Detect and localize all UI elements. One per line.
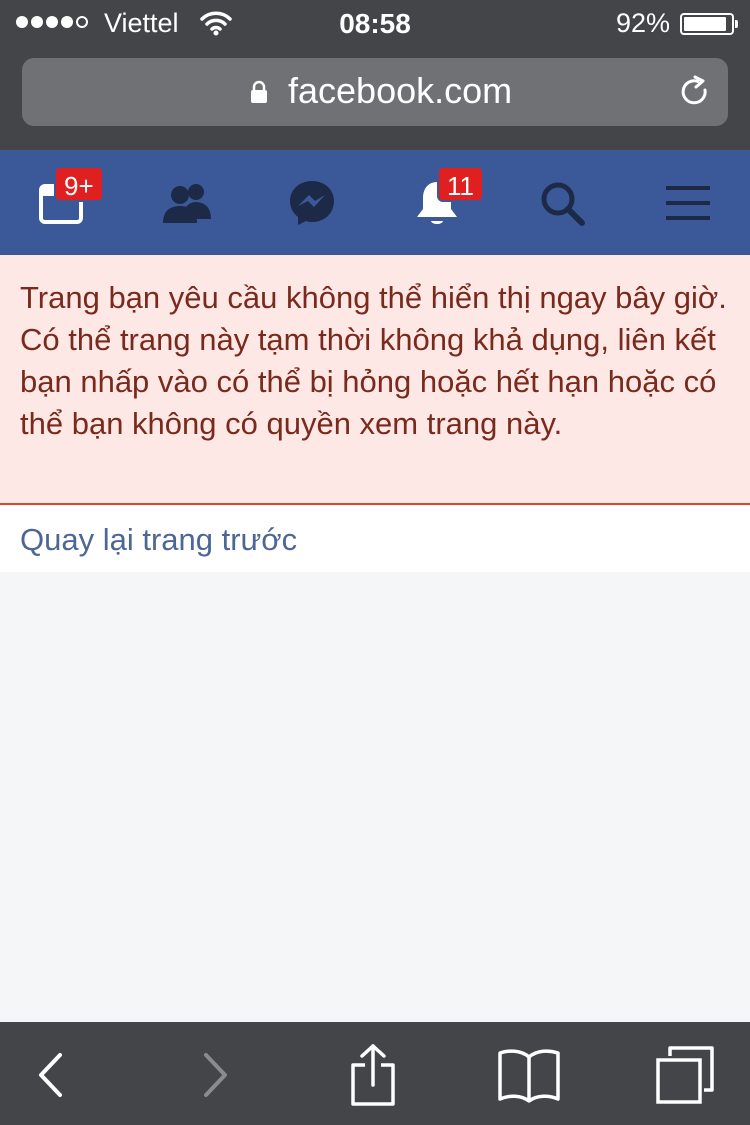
- status-bar: Viettel 08:58 92%: [0, 0, 750, 48]
- nav-notifications[interactable]: 11: [387, 150, 487, 255]
- battery-icon: [680, 13, 738, 35]
- share-button[interactable]: [338, 1040, 408, 1110]
- nav-messenger[interactable]: [262, 150, 362, 255]
- tabs-button[interactable]: [650, 1040, 720, 1110]
- error-message: Trang bạn yêu cầu không thể hiển thị nga…: [20, 280, 727, 441]
- nav-news-feed[interactable]: 9+: [12, 150, 112, 255]
- tabs-icon: [656, 1046, 714, 1104]
- browser-top-chrome: Viettel 08:58 92% facebook.com: [0, 0, 750, 150]
- lock-icon: [251, 80, 267, 103]
- notifications-badge: 11: [437, 166, 484, 202]
- battery-level: [684, 17, 726, 31]
- browser-toolbar: [0, 1022, 750, 1125]
- news-feed-badge: 9+: [54, 166, 104, 202]
- facebook-nav-bar: 9+ 11: [0, 150, 750, 255]
- url-text: facebook.com: [288, 70, 513, 111]
- messenger-icon: [290, 180, 334, 225]
- bookmarks-icon: [498, 1049, 560, 1103]
- share-icon: [351, 1044, 395, 1106]
- error-message-box: Trang bạn yêu cầu không thể hiển thị nga…: [0, 255, 750, 505]
- address-bar[interactable]: facebook.com: [22, 58, 728, 126]
- battery-percent: 92%: [615, 8, 670, 38]
- nav-search[interactable]: [512, 150, 612, 255]
- reload-icon[interactable]: [676, 74, 712, 110]
- friends-icon: [163, 183, 211, 223]
- menu-icon: [666, 185, 710, 220]
- forward-icon: [204, 1053, 227, 1097]
- back-icon: [39, 1053, 62, 1097]
- back-to-previous-page-link[interactable]: Quay lại trang trước: [20, 522, 297, 557]
- search-icon: [541, 182, 585, 226]
- bookmarks-button[interactable]: [494, 1040, 564, 1110]
- forward-button[interactable]: [180, 1040, 250, 1110]
- back-link-row: Quay lại trang trước: [0, 506, 750, 572]
- nav-friends[interactable]: [137, 150, 237, 255]
- nav-menu[interactable]: [638, 150, 738, 255]
- back-button[interactable]: [16, 1040, 86, 1110]
